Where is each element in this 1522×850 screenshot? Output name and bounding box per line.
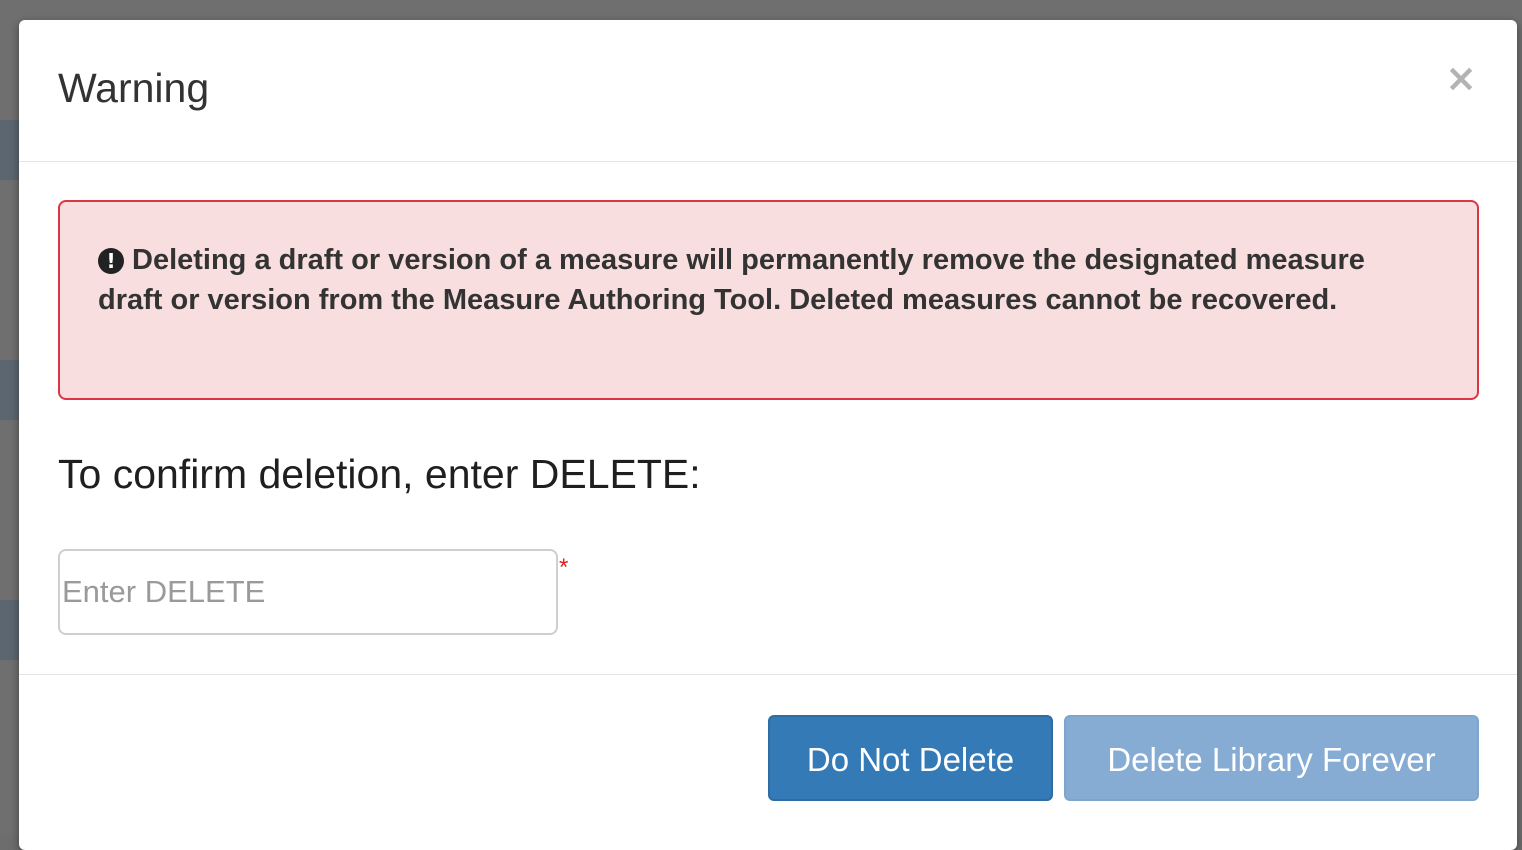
do-not-delete-button[interactable]: Do Not Delete xyxy=(768,715,1053,801)
confirm-delete-input[interactable] xyxy=(58,549,558,635)
dialog-footer: Do Not Delete Delete Library Forever xyxy=(19,674,1517,850)
dialog-title: Warning xyxy=(58,65,210,111)
dialog-header: Warning × xyxy=(19,20,1517,162)
required-marker: * xyxy=(559,554,569,581)
alert-message-block: ! Deleting a draft or version of a measur… xyxy=(98,240,1428,320)
confirm-deletion-label: To confirm deletion, enter DELETE: xyxy=(58,451,701,497)
close-icon[interactable]: × xyxy=(1443,58,1479,98)
danger-alert: ! Deleting a draft or version of a measur… xyxy=(58,200,1479,400)
alert-message: Deleting a draft or version of a measure… xyxy=(98,244,1365,316)
exclamation-circle-icon: ! xyxy=(98,248,124,274)
delete-library-forever-button[interactable]: Delete Library Forever xyxy=(1064,715,1479,801)
confirm-input-wrapper xyxy=(58,549,558,635)
warning-dialog: Warning × ! Deleting a draft or version o… xyxy=(19,20,1517,850)
